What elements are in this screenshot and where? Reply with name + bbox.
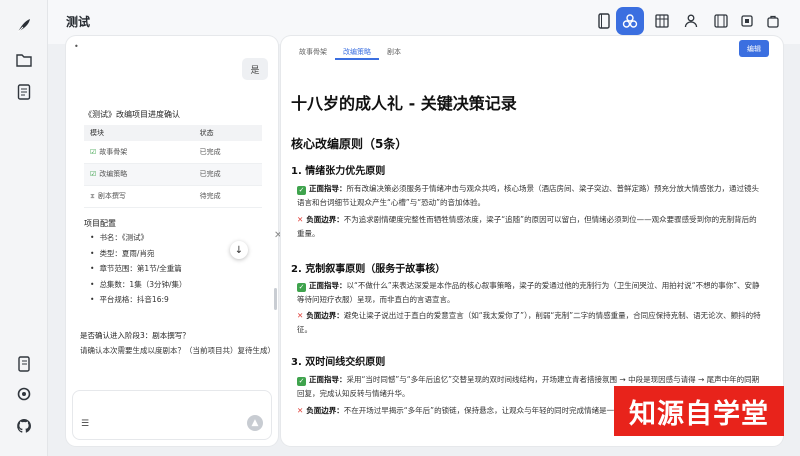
scroll-down-button[interactable]: ↓ (230, 241, 248, 259)
users-icon[interactable] (678, 8, 704, 34)
folder-icon[interactable] (14, 50, 34, 70)
page-title: 十八岁的成人礼 - 关键决策记录 (291, 94, 517, 113)
check-icon: ✓ (297, 186, 306, 195)
strategy-nodes-icon[interactable] (616, 7, 644, 35)
module-status: 已完成 (193, 163, 262, 186)
tab-story-skeleton[interactable]: 故事骨架 (291, 44, 335, 60)
module-name: 故事骨架 (99, 147, 128, 156)
chat-input[interactable]: ☰ ▲ (72, 390, 272, 440)
config-title: 项目配置 (84, 219, 116, 228)
cross-icon: ✕ (297, 406, 304, 415)
app-title: 测试 (66, 15, 91, 29)
menu-icon[interactable]: ☰ (81, 419, 89, 429)
check-icon: ✓ (297, 283, 306, 292)
chat-panel: • 是 《测试》改编项目进度确认 模块 状态 ☑ 故事骨架 已完成 ☑ 改编策略 已… (66, 36, 278, 446)
quill-logo-icon[interactable] (14, 16, 34, 36)
list-item: 平台规格：抖音16:9 (90, 294, 187, 310)
principle-heading: 2. 克制叙事原则（服务于故事核） (291, 264, 446, 275)
principle-heading: 3. 双时间线交织原则 (291, 357, 386, 368)
principle-bound: ✕ 负面边界：避免让梁子说出过于直白的爱意宣言（如“我太爱你了”），削弱“克制”二… (297, 311, 761, 334)
principle-guide: ✓ 正面指导：所有改编决策必须服务于情绪冲击与观众共鸣，核心场景（酒店房间、梁子突… (297, 184, 759, 207)
principle-guide: ✓ 正面指导：以“不做什么”来表达深爱是本作品的核心叙事策略，梁子的爱通过他的克制… (297, 281, 760, 304)
table-row: ☑ 故事骨架 已完成 (84, 141, 262, 164)
checkbox-checked-icon: ☑ (90, 147, 97, 156)
table-row: ☑ 改编策略 已完成 (84, 163, 262, 186)
check-icon: ✓ (297, 377, 306, 386)
grid-table-icon[interactable] (649, 8, 675, 34)
module-name: 改编策略 (99, 170, 128, 178)
doc-tabs: 故事骨架 改编策略 剧本 (291, 44, 409, 60)
section-title: 核心改编原则（5条） (291, 137, 408, 151)
watermark-logo: 知源自学堂 (614, 386, 784, 436)
tab-script[interactable]: 剧本 (379, 44, 409, 60)
cross-icon: ✕ (297, 215, 304, 224)
left-rail (0, 0, 48, 456)
layers-icon[interactable] (734, 8, 760, 34)
document-panel: 故事骨架 改编策略 剧本 编辑 十八岁的成人礼 - 关键决策记录 核心改编原则（… (281, 36, 783, 446)
module-name: 剧本撰写 (97, 192, 126, 200)
principle-bound: ✕ 负面边界：不为追求剧情硬度完整性而牺牲情感浓度，梁子“追随”的原因可以留白，但… (297, 215, 757, 238)
stage-question-detail: 请确认本次需要生成以度剧本？（当前项目共）复待生成） (80, 346, 275, 355)
list-item: 书名：《测试》 (90, 232, 187, 248)
cross-icon: ✕ (297, 311, 304, 320)
progress-table: 模块 状态 ☑ 故事骨架 已完成 ☑ 改编策略 已完成 ⧗ 剧本撰写 待完成 (84, 125, 262, 208)
film-icon[interactable] (708, 8, 734, 34)
bag-icon[interactable] (760, 8, 786, 34)
tab-adaptation-strategy[interactable]: 改编策略 (335, 44, 379, 60)
table-row: ⧗ 剧本撰写 待完成 (84, 185, 262, 208)
principle-heading: 1. 情绪张力优先原则 (291, 166, 386, 177)
module-status: 待完成 (193, 185, 262, 208)
stage-question: 是否确认进入阶段3：剧本撰写？ (80, 331, 190, 340)
list-item: 总集数：1集（3分钟/集） (90, 279, 186, 295)
send-button[interactable]: ▲ (247, 415, 263, 431)
github-icon[interactable] (14, 416, 34, 436)
module-status: 已完成 (193, 141, 262, 164)
column-header-module: 模块 (84, 125, 194, 141)
table-header-row: 模块 状态 (84, 125, 262, 141)
hourglass-icon: ⧗ (90, 192, 95, 200)
column-header-status: 状态 (193, 125, 262, 141)
settings-icon[interactable] (14, 384, 34, 404)
user-message-bubble: 是 (242, 58, 268, 80)
chat-scrollbar[interactable] (274, 288, 277, 310)
status-dot: • (74, 42, 79, 51)
document-icon[interactable] (14, 82, 34, 102)
config-list: 书名：《测试》 类型：夏雨/肖宛 章节范围：第1节/全重篇 总集数：1集（3分钟… (90, 232, 187, 310)
edit-button[interactable]: 编辑 (739, 40, 769, 57)
list-item: 章节范围：第1节/全重篇 (90, 263, 187, 279)
progress-confirm-title: 《测试》改编项目进度确认 (84, 110, 180, 119)
checkbox-checked-icon: ☑ (90, 170, 97, 178)
book-icon[interactable] (591, 8, 617, 34)
list-item: 类型：夏雨/肖宛 (90, 248, 187, 264)
notebook-icon[interactable] (14, 354, 34, 374)
